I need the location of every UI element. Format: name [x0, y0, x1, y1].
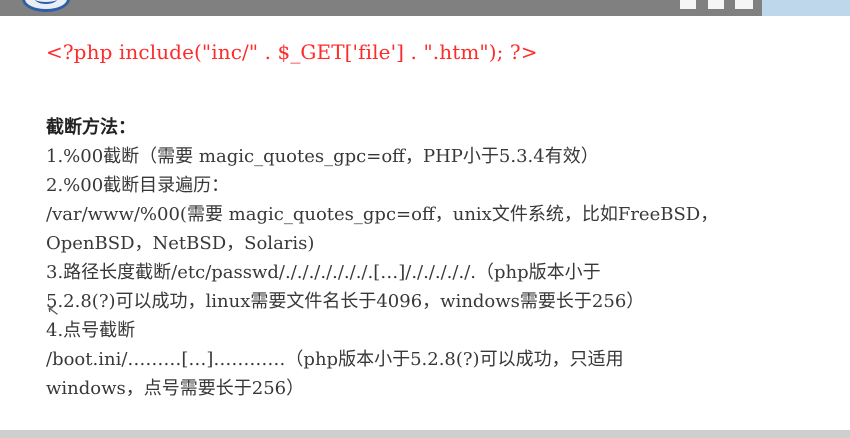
slide-content: <?php include("inc/" . $_GET['file'] . "…: [0, 16, 850, 430]
truncation-methods: 截断方法： 1.%00截断（需要 magic_quotes_gpc=off，PH…: [46, 113, 826, 403]
method-line: 3.路径长度截断/etc/passwd/./././././././.[…]/.…: [46, 262, 601, 283]
method-line: 5.2.8(?)可以成功，linux需要文件名长于4096，windows需要长…: [46, 291, 645, 312]
method-line: 2.%00截断目录遍历：: [46, 175, 230, 196]
method-line: /boot.ini/………[…]…………（php版本小于5.2.8(?)可以成功…: [46, 349, 624, 370]
php-code-example: <?php include("inc/" . $_GET['file'] . "…: [46, 40, 538, 64]
method-line: 1.%00截断（需要 magic_quotes_gpc=off，PHP小于5.3…: [46, 146, 599, 167]
top-toolbar: [0, 0, 850, 16]
mouse-pointer-icon: ↖: [45, 301, 61, 321]
method-line: windows，点号需要长于256）: [46, 378, 305, 399]
methods-title: 截断方法：: [46, 117, 136, 138]
method-line: OpenBSD，NetBSD，Solaris): [46, 233, 315, 254]
toolbar-block: [680, 0, 696, 9]
toolbar-block: [708, 0, 724, 9]
logo-icon: [22, 0, 70, 12]
bottom-scroll-region[interactable]: [0, 430, 850, 438]
toolbar-block: [735, 0, 753, 9]
method-line: 4.点号截断: [46, 320, 136, 341]
method-line: /var/www/%00(需要 magic_quotes_gpc=off，uni…: [46, 204, 719, 225]
toolbar-accent: [762, 0, 850, 16]
